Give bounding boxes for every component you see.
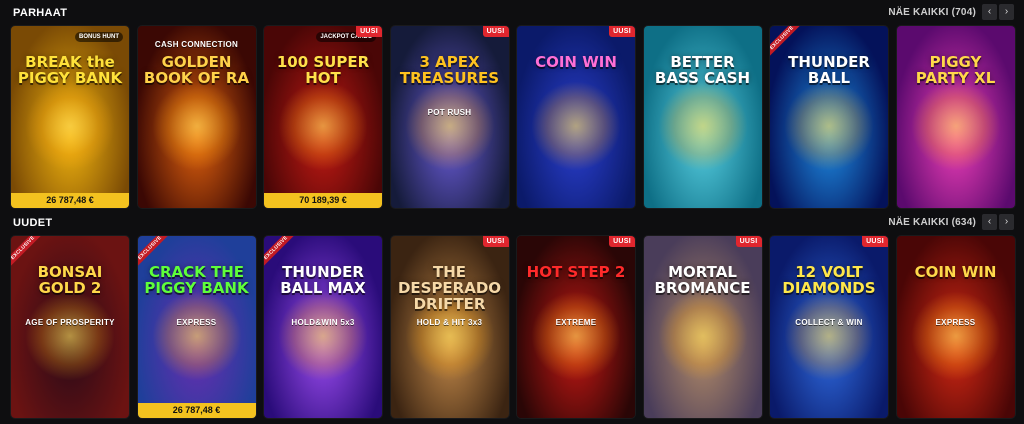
game-title: HOT STEP 2 <box>526 263 626 281</box>
carousel-next-button[interactable]: › <box>999 4 1014 20</box>
book-icon <box>151 81 242 172</box>
new-badge: UUSI <box>482 236 509 247</box>
section-uudet: UUDET NÄE KAIKKI (634) ‹ › AGE OF PROSPE… <box>0 214 1024 424</box>
game-subtitle: AGE OF PROSPERITY <box>25 318 115 327</box>
man-icon <box>657 291 748 382</box>
see-all-link[interactable]: NÄE KAIKKI (704) <box>888 7 976 18</box>
game-tile[interactable]: POT RUSH 3 APEX TREASURES UUSI <box>390 26 509 208</box>
seven-icon <box>278 81 368 172</box>
game-subtitle: HOLD&WIN 5x3 <box>291 318 355 327</box>
see-all-link[interactable]: NÄE KAIKKI (634) <box>888 217 976 228</box>
game-title: BETTER BASS CASH <box>654 53 751 87</box>
coinexpress-icon <box>910 291 1001 382</box>
game-title: GOLDEN BOOK OF RA <box>143 53 250 87</box>
maxball-icon <box>278 291 368 382</box>
carousel-next-button[interactable]: › <box>999 214 1014 230</box>
new-badge: UUSI <box>862 236 888 247</box>
new-badge: UUSI <box>735 236 762 247</box>
game-tile[interactable]: COIN WIN UUSI <box>517 26 635 208</box>
new-badge: UUSI <box>609 236 635 247</box>
game-title: THUNDER BALL <box>788 53 870 87</box>
game-title: THE DESPERADO DRIFTER <box>397 263 502 313</box>
carousel-prev-button[interactable]: ‹ <box>982 214 997 230</box>
game-subtitle: CASH CONNECTION <box>154 40 239 49</box>
gang-icon <box>151 291 242 382</box>
game-title: MORTAL BROMANCE <box>654 263 751 297</box>
game-subtitle: EXPRESS <box>176 318 217 327</box>
coin-icon <box>531 81 621 172</box>
wolf-icon <box>404 81 495 172</box>
ball-icon <box>784 81 874 172</box>
game-tile[interactable]: BETTER BASS CASH <box>643 26 762 208</box>
game-tile[interactable]: PIGGY PARTY XL <box>896 26 1015 208</box>
game-title: COIN WIN <box>535 53 617 71</box>
game-subtitle: COLLECT & WIN <box>795 318 863 327</box>
game-tile[interactable]: EXPRESS COIN WIN <box>896 236 1015 418</box>
carousel-prev-button[interactable]: ‹ <box>982 4 997 20</box>
game-tile[interactable]: MORTAL BROMANCE UUSI <box>643 236 762 418</box>
game-tile[interactable]: COLLECT & WIN 12 VOLT DIAMONDS UUSI <box>770 236 888 418</box>
game-subtitle: HOLD & HIT 3x3 <box>416 318 483 327</box>
bonsai-icon <box>25 291 115 382</box>
game-subtitle: EXTREME <box>555 318 597 327</box>
game-tile[interactable]: HOLD&WIN 5x3 THUNDER BALL MAX EXCLUSIVE <box>264 236 382 418</box>
game-title: 3 APEX TREASURES <box>399 53 500 87</box>
game-title: COIN WIN <box>914 263 997 281</box>
game-tile[interactable]: EXTREME HOT STEP 2 UUSI <box>517 236 635 418</box>
diamond-icon <box>784 291 874 382</box>
game-tile[interactable]: AGE OF PROSPERITY BONSAI GOLD 2 EXCLUSIVE <box>11 236 129 418</box>
section-header: PARHAAT NÄE KAIKKI (704) ‹ › <box>13 4 1024 24</box>
crown-icon <box>531 291 621 382</box>
game-tile[interactable]: CASH CONNECTION GOLDEN BOOK OF RA <box>137 26 256 208</box>
game-title: PIGGY PARTY XL <box>915 53 996 87</box>
game-subtitle: POT RUSH <box>427 108 472 117</box>
game-tile[interactable]: THUNDER BALL EXCLUSIVE <box>770 26 888 208</box>
fisher-icon <box>657 81 748 172</box>
jackpot-amount: 70 189,39 € <box>264 193 382 208</box>
new-badge: UUSI <box>482 26 509 37</box>
game-subtitle: EXPRESS <box>935 318 976 327</box>
pig-icon <box>910 81 1001 172</box>
game-tile[interactable]: JACKPOT CARDS 100 SUPER HOT UUSI 70 189,39 … <box>264 26 382 208</box>
new-badge: UUSI <box>356 26 382 37</box>
game-title: THUNDER BALL MAX <box>280 263 366 297</box>
jackpot-amount: 26 787,48 € <box>11 193 129 208</box>
new-badge: UUSI <box>609 26 635 37</box>
game-tile[interactable]: EXPRESS CRACK THE PIGGY BANK EXCLUSIVE 26 7… <box>137 236 256 418</box>
section-header: UUDET NÄE KAIKKI (634) ‹ › <box>13 214 1024 234</box>
game-tile[interactable]: BONUS HUNT BREAK the PIGGY BANK 26 787,48 … <box>11 26 129 208</box>
jackpot-amount: 26 787,48 € <box>137 403 256 418</box>
provider-logo: BONUS HUNT <box>75 32 123 42</box>
piggy-icon <box>25 81 115 172</box>
game-title: 100 SUPER HOT <box>276 53 370 87</box>
section-title: PARHAAT <box>13 7 68 19</box>
game-title: BREAK the PIGGY BANK <box>17 53 123 87</box>
game-title: CRACK THE PIGGY BANK <box>144 263 249 297</box>
section-title: UUDET <box>13 217 53 229</box>
section-parhaat: PARHAAT NÄE KAIKKI (704) ‹ › BONUS HUNT B… <box>0 4 1024 210</box>
game-tile[interactable]: HOLD & HIT 3x3 THE DESPERADO DRIFTER UUSI <box>390 236 509 418</box>
game-title: BONSAI GOLD 2 <box>37 263 103 297</box>
game-title: 12 VOLT DIAMONDS <box>782 263 876 297</box>
